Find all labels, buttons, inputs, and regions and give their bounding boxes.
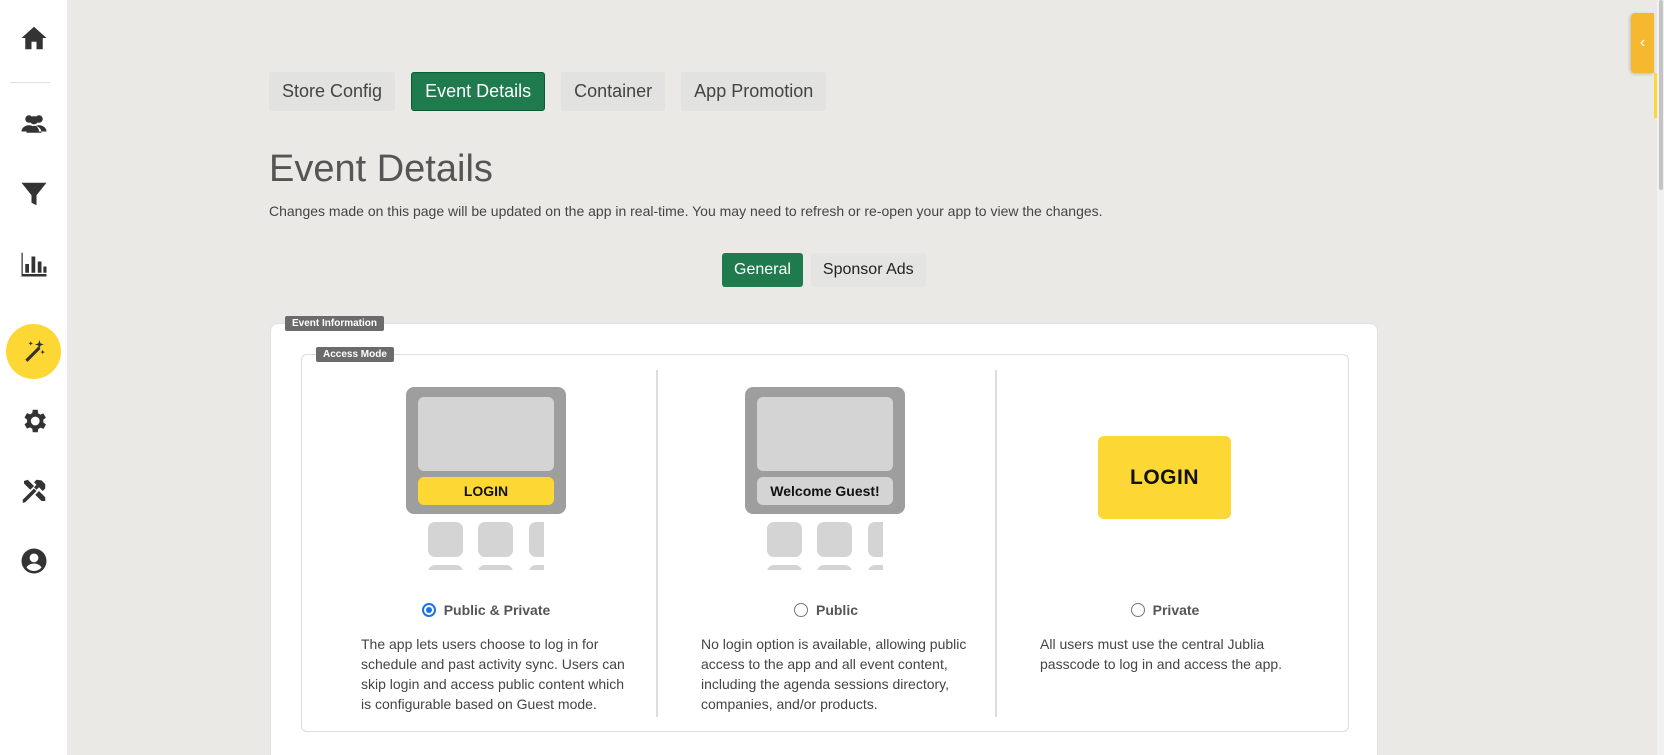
phone-screen xyxy=(418,397,554,471)
login-bar: LOGIN xyxy=(418,477,554,505)
sidebar-item-tools[interactable] xyxy=(0,463,67,519)
access-option-private: LOGIN Private All users must use the cen… xyxy=(996,370,1334,717)
page-description: Changes made on this page will be update… xyxy=(269,203,1103,219)
option-description: All users must use the central Jublia pa… xyxy=(1040,636,1283,672)
tab-store-config[interactable]: Store Config xyxy=(269,72,396,111)
sub-tabs: General Sponsor Ads xyxy=(722,253,926,287)
phone-preview-public-private: LOGIN xyxy=(406,387,566,514)
sidebar-item-filter[interactable] xyxy=(0,166,67,222)
tile xyxy=(478,565,513,570)
sidebar-item-users[interactable] xyxy=(0,96,67,152)
radio-label: Private xyxy=(1152,602,1200,618)
phone-screen xyxy=(757,397,893,471)
tile xyxy=(868,522,883,557)
radio-public[interactable] xyxy=(793,603,808,617)
phone-preview-public: Welcome Guest! xyxy=(745,387,905,514)
radio-row: Public xyxy=(657,602,995,618)
user-circle-icon xyxy=(21,548,46,574)
tab-container[interactable]: Container xyxy=(561,72,666,111)
tile xyxy=(767,565,802,570)
tile xyxy=(478,522,513,557)
event-information-legend: Event Information xyxy=(285,316,385,331)
active-indicator xyxy=(6,323,61,379)
radio-label: Public & Private xyxy=(443,602,551,618)
sidebar-item-settings[interactable] xyxy=(0,393,67,449)
top-tabs: Store Config Event Details Container App… xyxy=(269,72,827,111)
chevron-left-icon: ‹ xyxy=(1639,34,1646,51)
tile-grid xyxy=(428,522,544,570)
access-mode-panel: Access Mode LOGIN Public & Private The a… xyxy=(301,347,1349,732)
radio-label: Public xyxy=(815,602,858,618)
users-icon xyxy=(21,115,46,133)
tools-icon xyxy=(22,479,45,503)
sidebar-item-app-builder[interactable] xyxy=(0,323,67,379)
radio-row: Private xyxy=(996,602,1334,618)
access-option-public-private: LOGIN Public & Private The app lets user… xyxy=(317,370,655,717)
tab-app-promotion[interactable]: App Promotion xyxy=(681,72,827,111)
scrollbar-thumb[interactable] xyxy=(1659,0,1663,190)
option-description: No login option is available, allowing p… xyxy=(701,636,967,712)
home-icon xyxy=(21,26,46,50)
radio-private[interactable] xyxy=(1130,603,1145,617)
sidebar-item-profile[interactable] xyxy=(0,533,67,589)
filter-icon xyxy=(21,182,46,206)
sidebar xyxy=(0,0,67,755)
tile xyxy=(817,522,852,557)
tile xyxy=(428,522,463,557)
radio-public-private[interactable] xyxy=(421,603,436,617)
tile xyxy=(767,522,802,557)
gear-icon xyxy=(24,409,46,433)
tab-event-details[interactable]: Event Details xyxy=(411,72,546,111)
welcome-guest-bar: Welcome Guest! xyxy=(757,477,893,505)
option-description: The app lets users choose to log in for … xyxy=(361,636,625,712)
magic-wand-icon xyxy=(24,340,45,362)
tile xyxy=(428,565,463,570)
access-option-public: Welcome Guest! Public No login option is… xyxy=(657,370,995,717)
radio-row: Public & Private xyxy=(317,602,655,618)
main-content: Store Config Event Details Container App… xyxy=(67,0,1664,755)
tile xyxy=(817,565,852,570)
tile xyxy=(529,522,544,557)
login-preview: LOGIN xyxy=(1098,436,1231,519)
sidebar-item-analytics[interactable] xyxy=(0,236,67,292)
sidebar-item-home[interactable] xyxy=(0,10,67,66)
tile xyxy=(529,565,544,570)
tile-grid xyxy=(767,522,883,570)
chart-icon xyxy=(21,252,46,277)
sidebar-divider xyxy=(10,82,50,83)
subtab-sponsor-ads[interactable]: Sponsor Ads xyxy=(810,253,926,287)
page-title: Event Details xyxy=(269,148,493,190)
event-information-panel: Event Information Access Mode LOGIN Publ… xyxy=(270,316,1378,755)
access-mode-legend: Access Mode xyxy=(316,347,394,362)
subtab-general[interactable]: General xyxy=(722,253,803,287)
tile xyxy=(868,565,883,570)
collapse-panel-button[interactable]: ‹ xyxy=(1631,13,1654,73)
